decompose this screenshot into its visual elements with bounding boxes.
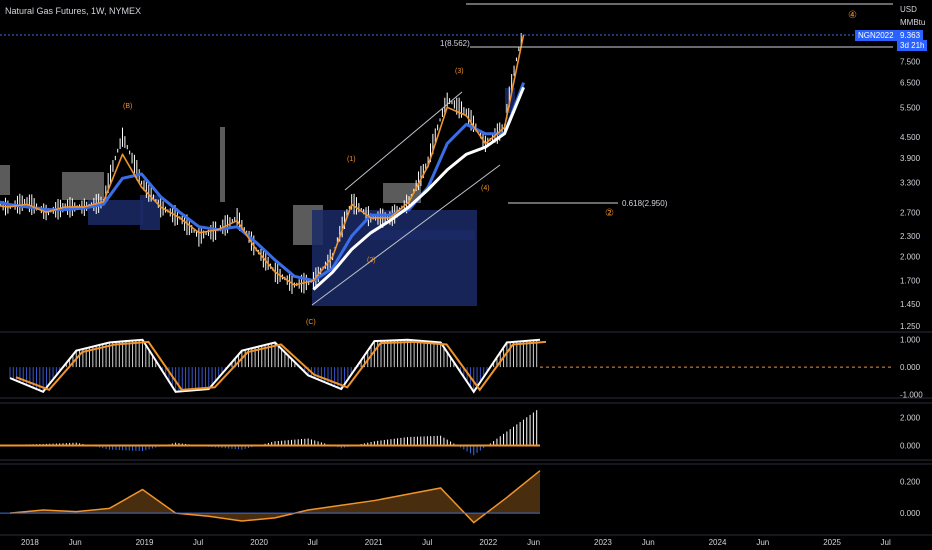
wave-label: (C) bbox=[306, 319, 316, 326]
panel-y-tick: 1.000 bbox=[900, 336, 921, 345]
wave-label: (B) bbox=[123, 103, 132, 110]
volume-box bbox=[140, 195, 160, 230]
x-tick-label: 2019 bbox=[136, 538, 154, 547]
panel-y-tick: 0.000 bbox=[900, 509, 921, 518]
y-tick-label: 6.500 bbox=[900, 79, 921, 88]
countdown-badge: 3d 21h bbox=[897, 40, 928, 51]
y-tick-label: 1.700 bbox=[900, 277, 921, 286]
volume-box bbox=[370, 230, 475, 240]
panel-y-tick: 0.000 bbox=[900, 363, 921, 372]
panel-y-tick: 0.000 bbox=[900, 441, 921, 450]
y-tick-label: 5.500 bbox=[900, 103, 921, 112]
panel-y-tick: -1.000 bbox=[900, 391, 923, 400]
volume-box bbox=[312, 210, 477, 306]
symbol-badge[interactable]: NGN2022 bbox=[855, 30, 897, 41]
x-tick-label: 2022 bbox=[479, 538, 497, 547]
x-tick-label: 2023 bbox=[594, 538, 612, 547]
indicator-panels bbox=[0, 338, 893, 524]
x-tick-label: Jun bbox=[69, 538, 82, 547]
x-tick-label: Jun bbox=[642, 538, 655, 547]
unit-label: MMBtu bbox=[900, 18, 926, 27]
y-tick-label: 3.300 bbox=[900, 179, 921, 188]
x-tick-label: 2024 bbox=[709, 538, 727, 547]
y-tick-label: 7.500 bbox=[900, 58, 921, 67]
y-tick-label: 4.500 bbox=[900, 133, 921, 142]
wave-label: (4) bbox=[481, 185, 490, 192]
wave-circle-2: ② bbox=[605, 208, 614, 219]
x-tick-label: Jul bbox=[308, 538, 318, 547]
currency-label: USD bbox=[900, 5, 917, 14]
panel-y-tick: 0.200 bbox=[900, 478, 921, 487]
panel-y-tick: 2.000 bbox=[900, 414, 921, 423]
x-tick-label: 2020 bbox=[250, 538, 268, 547]
wave-circle-4: ④ bbox=[848, 10, 857, 21]
volume-box bbox=[220, 127, 225, 202]
wave-label: (2) bbox=[367, 257, 376, 264]
fib-label-0618: 0.618(2.950) bbox=[622, 199, 668, 208]
x-tick-label: 2018 bbox=[21, 538, 39, 547]
x-tick-label: Jul bbox=[193, 538, 203, 547]
wave-label: (1) bbox=[347, 156, 356, 163]
y-tick-label: 2.300 bbox=[900, 232, 921, 241]
trend-area bbox=[10, 470, 540, 523]
y-tick-label: 2.700 bbox=[900, 208, 921, 217]
channel-upper bbox=[344, 91, 463, 191]
volume-boxes bbox=[0, 88, 515, 306]
x-tick-label: Jun bbox=[527, 538, 540, 547]
x-tick-label: 2025 bbox=[823, 538, 841, 547]
volume-box bbox=[62, 172, 104, 200]
y-tick-label: 1.250 bbox=[900, 322, 921, 331]
x-tick-label: 2021 bbox=[365, 538, 383, 547]
wave-label: (3) bbox=[455, 68, 464, 75]
volume-box bbox=[0, 165, 10, 195]
x-tick-label: Jul bbox=[881, 538, 891, 547]
x-tick-label: Jul bbox=[422, 538, 432, 547]
y-tick-label: 3.900 bbox=[900, 154, 921, 163]
y-tick-label: 2.000 bbox=[900, 253, 921, 262]
fib-label-1: 1(8.562) bbox=[440, 39, 470, 48]
chart-canvas[interactable]: (B) (C) (1) (2) (3) (4) 1(8.562) 0.618(2.950) ② ④… bbox=[0, 0, 932, 550]
chart-title: Natural Gas Futures, 1W, NYMEX bbox=[5, 6, 142, 16]
x-tick-label: Jun bbox=[756, 538, 769, 547]
y-tick-label: 1.450 bbox=[900, 300, 921, 309]
